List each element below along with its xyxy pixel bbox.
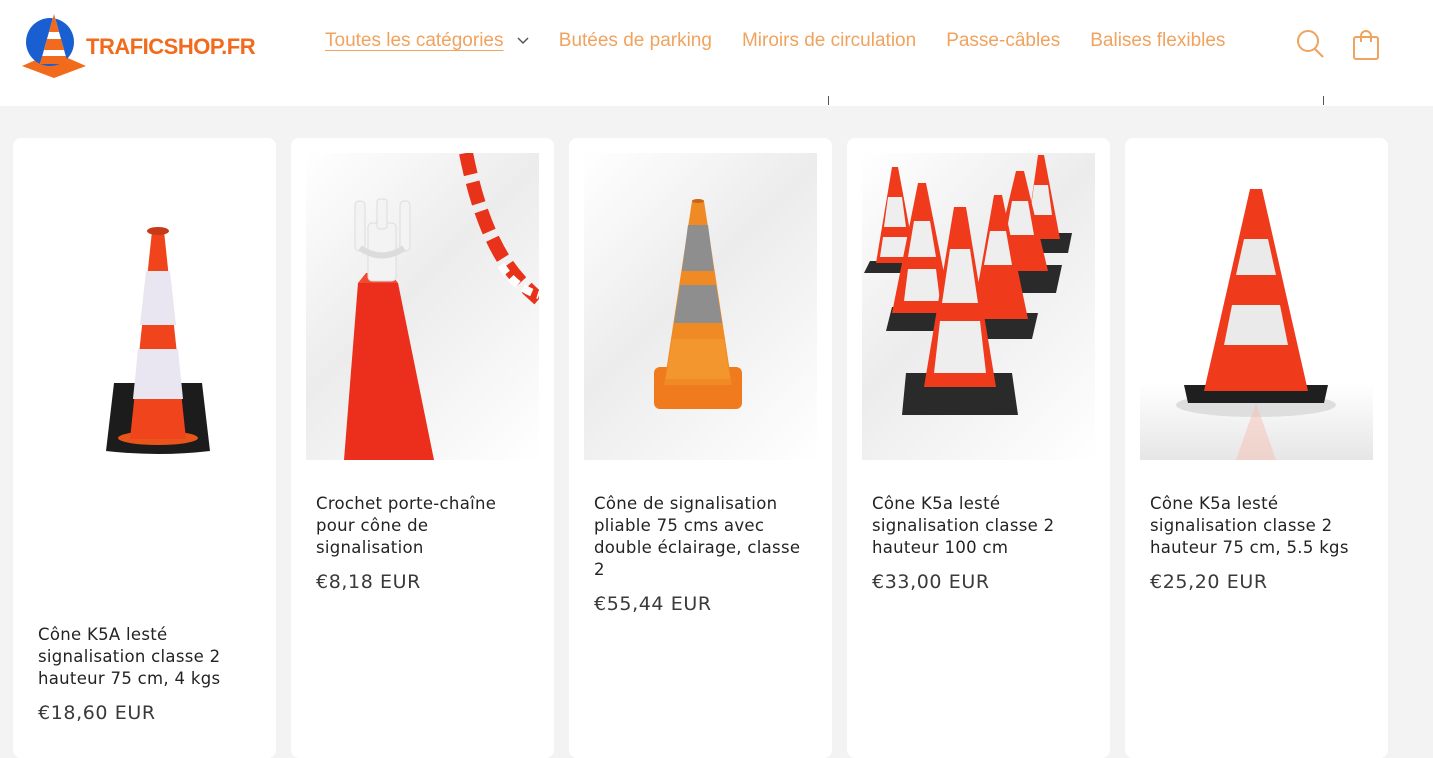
cart-icon[interactable]	[1352, 29, 1380, 61]
product-card[interactable]: Cône de signalisation pliable 75 cms ave…	[569, 138, 832, 758]
product-image[interactable]	[306, 153, 539, 460]
product-image[interactable]	[862, 153, 1095, 460]
chevron-down-icon	[517, 37, 529, 45]
product-card[interactable]: Crochet porte-chaîne pour cône de signal…	[291, 138, 554, 758]
product-title[interactable]: Cône K5A lesté signalisation classe 2 ha…	[38, 624, 258, 690]
single-cone-icon	[106, 227, 210, 454]
nav-label: Miroirs de circulation	[741, 30, 917, 51]
cone-group-icon	[864, 155, 1072, 415]
product-image[interactable]	[28, 153, 261, 460]
tall-cone-icon	[1176, 189, 1336, 460]
product-price: €18,60 EUR	[38, 702, 156, 724]
cone-logo-icon	[22, 14, 86, 78]
nav-miroirs[interactable]: Miroirs de circulation	[742, 30, 916, 52]
nav-all-categories[interactable]: Toutes les catégories	[325, 30, 529, 52]
product-title[interactable]: Crochet porte-chaîne pour cône de signal…	[316, 493, 536, 559]
product-card[interactable]: Cône K5a lesté signalisation classe 2 ha…	[847, 138, 1110, 758]
search-icon[interactable]	[1296, 28, 1326, 60]
product-card[interactable]: Cône K5A lesté signalisation classe 2 ha…	[13, 138, 276, 758]
product-price: €8,18 EUR	[316, 571, 421, 593]
chain-hook-icon	[344, 153, 539, 460]
foldable-cone-icon	[654, 199, 742, 409]
divider-mark	[1323, 96, 1324, 105]
nav-label: Passe-câbles	[946, 30, 1061, 51]
product-image[interactable]	[1140, 153, 1373, 460]
nav-butees-parking[interactable]: Butées de parking	[559, 30, 712, 52]
brand-name: TRAFICSHOP.FR	[86, 34, 256, 59]
divider-mark	[828, 96, 829, 105]
nav-label: Toutes les catégories	[325, 30, 504, 51]
main-nav: Toutes les catégories Butées de parking …	[325, 30, 1255, 52]
product-title[interactable]: Cône K5a lesté signalisation classe 2 ha…	[1150, 493, 1370, 559]
product-price: €33,00 EUR	[872, 571, 990, 593]
product-card[interactable]: Cône K5a lesté signalisation classe 2 ha…	[1125, 138, 1388, 758]
nav-label: Butées de parking	[558, 30, 712, 51]
site-logo[interactable]: TRAFICSHOP.FR	[20, 12, 280, 78]
product-title[interactable]: Cône de signalisation pliable 75 cms ave…	[594, 493, 814, 581]
nav-balises[interactable]: Balises flexibles	[1090, 30, 1225, 52]
site-header: TRAFICSHOP.FR Toutes les catégories Buté…	[0, 0, 1433, 106]
product-title[interactable]: Cône K5a lesté signalisation classe 2 ha…	[872, 493, 1092, 559]
nav-passe-cables[interactable]: Passe-câbles	[946, 30, 1060, 52]
product-price: €25,20 EUR	[1150, 571, 1268, 593]
nav-label: Balises flexibles	[1090, 30, 1226, 51]
product-image[interactable]	[584, 153, 817, 460]
product-price: €55,44 EUR	[594, 593, 712, 615]
